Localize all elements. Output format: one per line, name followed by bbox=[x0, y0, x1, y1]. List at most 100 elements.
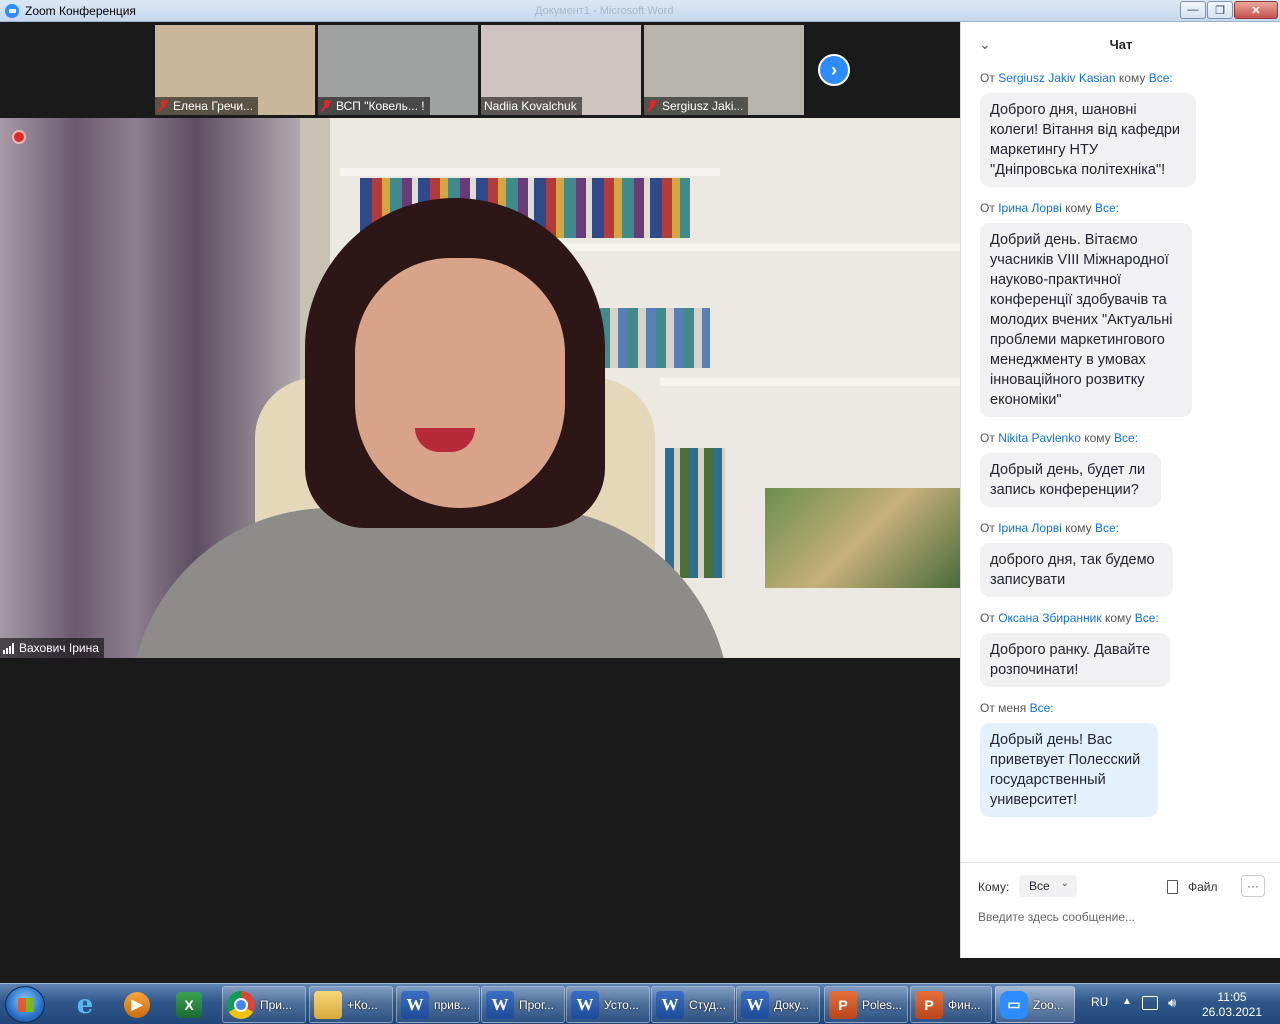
sender-name[interactable]: Sergiusz Jakiv Kasian bbox=[998, 71, 1115, 85]
message-bubble: Добрий день. Вітаємо учасників VIII Міжн… bbox=[980, 223, 1192, 417]
window-controls: — ❐ ✕ bbox=[1180, 1, 1278, 19]
taskbar-item-word[interactable]: W Усто... bbox=[566, 986, 650, 1023]
excel-icon: X bbox=[176, 991, 202, 1018]
powerpoint-icon: P bbox=[915, 990, 943, 1019]
zoom-icon: ▭ bbox=[1000, 990, 1028, 1019]
taskbar-item-word[interactable]: Wприв... bbox=[396, 986, 480, 1023]
file-button-label: Файл bbox=[1188, 880, 1218, 894]
participant-thumbnail-strip: Елена Гречи... ВСП "Ковель... ! Nadiia K… bbox=[0, 22, 960, 118]
video-speaker-face bbox=[355, 258, 565, 508]
participant-thumbnail[interactable]: Sergiusz Jaki... bbox=[644, 25, 804, 115]
recipient-name: Все: bbox=[1148, 71, 1173, 85]
video-books bbox=[665, 448, 725, 578]
recipient-dropdown[interactable]: Все ⌄ bbox=[1019, 875, 1077, 897]
folder-icon bbox=[314, 990, 342, 1019]
own-sender-label: От меня bbox=[980, 701, 1027, 715]
recipient-name: Все: bbox=[1134, 611, 1159, 625]
next-page-arrow-button[interactable]: › bbox=[818, 54, 850, 86]
video-area: Елена Гречи... ВСП "Ковель... ! Nadiia K… bbox=[0, 22, 960, 958]
shelf-board bbox=[660, 378, 960, 386]
chat-message: От Ірина Лорві кому Все: доброго дня, та… bbox=[980, 520, 1173, 597]
window-title: Zoom Конференция bbox=[25, 3, 136, 18]
message-meta: От Ірина Лорві кому Все: bbox=[980, 200, 1192, 216]
recording-indicator-icon bbox=[12, 130, 26, 144]
sender-name[interactable]: Оксана Збиранник bbox=[998, 611, 1101, 625]
message-bubble: доброго дня, так будемо записувати bbox=[980, 543, 1173, 597]
taskbar-item-label: Zoo... bbox=[1033, 997, 1064, 1012]
volume-icon[interactable]: 🔊︎ bbox=[1168, 995, 1176, 1011]
word-icon: W bbox=[401, 990, 429, 1019]
clock[interactable]: 11:05 26.03.2021 bbox=[1192, 990, 1272, 1020]
taskbar-item-label: Студ... bbox=[689, 997, 726, 1012]
video-painting bbox=[765, 488, 960, 588]
internet-explorer-icon: e bbox=[76, 989, 94, 1020]
language-indicator[interactable]: RU bbox=[1091, 995, 1108, 1009]
sender-name[interactable]: Ірина Лорві bbox=[998, 521, 1062, 535]
participant-name: Nadiia Kovalchuk bbox=[484, 99, 577, 113]
zoom-window: Zoom Конференция Документ1 - Microsoft W… bbox=[0, 0, 1280, 1024]
powerpoint-icon: P bbox=[829, 990, 857, 1019]
message-meta: От меня Все: bbox=[980, 700, 1158, 716]
taskbar-pinned-ie[interactable]: e bbox=[62, 987, 108, 1022]
sender-name[interactable]: Nikita Pavlenko bbox=[998, 431, 1081, 445]
word-icon: W bbox=[571, 990, 599, 1019]
taskbar-item-word[interactable]: W Студ... bbox=[651, 986, 735, 1023]
message-input[interactable] bbox=[978, 907, 1268, 927]
start-button[interactable] bbox=[5, 986, 45, 1023]
message-meta: От Ірина Лорві кому Все: bbox=[980, 520, 1173, 536]
recipient-name: Все: bbox=[1094, 201, 1119, 215]
to-label: кому bbox=[1104, 611, 1132, 625]
network-icon[interactable] bbox=[1142, 996, 1158, 1010]
participant-name-label: ВСП "Ковель... ! bbox=[318, 97, 430, 115]
chat-header: ⌄ Чат bbox=[961, 22, 1280, 66]
from-label: От bbox=[980, 521, 995, 535]
recipient-name: Все: bbox=[1094, 521, 1119, 535]
taskbar-item-word[interactable]: W Доку... bbox=[736, 986, 820, 1023]
taskbar-item-word[interactable]: W Прог... bbox=[481, 986, 565, 1023]
taskbar-item-powerpoint[interactable]: P Poles... bbox=[824, 986, 908, 1023]
participant-thumbnail[interactable]: Nadiia Kovalchuk bbox=[481, 25, 641, 115]
more-icon: ··· bbox=[1247, 879, 1259, 893]
to-label: кому bbox=[1084, 431, 1111, 445]
to-label: кому bbox=[1065, 521, 1092, 535]
participant-name-label: Елена Гречи... bbox=[155, 97, 259, 115]
taskbar-pinned-media-player[interactable]: ▶ bbox=[114, 987, 160, 1022]
message-meta: От Nikita Pavlenko кому Все: bbox=[980, 430, 1161, 446]
chat-message-list[interactable]: От Sergiusz Jakiv Kasian кому Все: Добро… bbox=[961, 66, 1280, 862]
active-speaker-video[interactable]: Вахович Ірина bbox=[0, 118, 960, 658]
shelf-board bbox=[560, 243, 960, 251]
chevron-down-icon: ⌄ bbox=[1060, 878, 1069, 889]
participant-name: ВСП "Ковель... ! bbox=[336, 99, 425, 113]
taskbar-item-label: Фин... bbox=[948, 997, 981, 1012]
taskbar-pinned-excel[interactable]: X bbox=[166, 987, 212, 1022]
taskbar-item-powerpoint[interactable]: P Фин... bbox=[910, 986, 992, 1023]
participant-name-label: Nadiia Kovalchuk bbox=[481, 97, 582, 115]
background-window-title: Документ1 - Microsoft Word bbox=[535, 4, 674, 17]
taskbar-item-chrome[interactable]: При... bbox=[222, 986, 306, 1023]
clock-time: 11:05 bbox=[1217, 990, 1247, 1004]
video-books bbox=[600, 308, 710, 368]
message-bubble: Доброго ранку. Давайте розпочинати! bbox=[980, 633, 1170, 687]
participant-name: Елена Гречи... bbox=[173, 99, 254, 113]
chevron-down-icon[interactable]: ⌄ bbox=[979, 36, 991, 53]
chrome-icon bbox=[227, 990, 255, 1019]
file-button[interactable]: Файл bbox=[1167, 878, 1218, 896]
message-bubble: Доброго дня, шановні колеги! Вітання від… bbox=[980, 93, 1196, 187]
show-hidden-icons-icon[interactable]: ▲ bbox=[1122, 996, 1132, 1007]
windows-taskbar: e ▶ X При... +Ко... Wприв... W Прог... WУ… bbox=[0, 983, 1280, 1024]
chat-title: Чат bbox=[1109, 36, 1133, 52]
participant-thumbnail[interactable]: ВСП "Ковель... ! bbox=[318, 25, 478, 115]
restore-button[interactable]: ❐ bbox=[1207, 1, 1233, 19]
message-bubble: Добрый день, будет ли запись конференции… bbox=[980, 453, 1161, 507]
sender-name[interactable]: Ірина Лорві bbox=[998, 201, 1062, 215]
taskbar-item-folder[interactable]: +Ко... bbox=[309, 986, 393, 1023]
close-button[interactable]: ✕ bbox=[1234, 1, 1278, 19]
word-icon: W bbox=[741, 990, 769, 1019]
more-options-button[interactable]: ··· bbox=[1241, 875, 1265, 897]
taskbar-item-label: +Ко... bbox=[347, 997, 378, 1012]
word-icon: W bbox=[486, 990, 514, 1019]
taskbar-item-zoom[interactable]: ▭ Zoo... bbox=[995, 986, 1075, 1023]
participant-thumbnail[interactable]: Елена Гречи... bbox=[155, 25, 315, 115]
connection-signal-icon bbox=[3, 642, 14, 654]
minimize-button[interactable]: — bbox=[1180, 1, 1206, 19]
